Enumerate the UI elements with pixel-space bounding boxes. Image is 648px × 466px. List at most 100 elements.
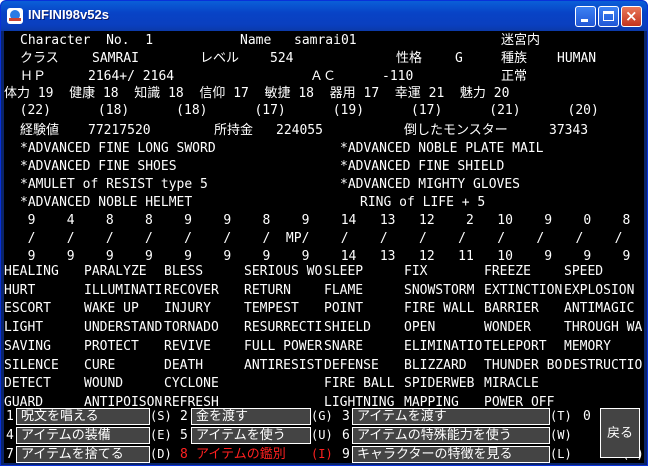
menu-key: (T) [550,409,572,423]
mp-slash-row: / / / / / / / MP/ / / / / / / / / [12,231,623,246]
menu-item-give-gold[interactable]: 金を渡す [191,408,311,425]
spell-item[interactable]: ILLUMINATI [84,283,162,298]
menu-item-use-special[interactable]: アイテムの特殊能力を使う [352,427,550,444]
minimize-icon [581,19,588,22]
menu-item-identify[interactable]: アイテムの鑑別 [191,446,311,463]
menu-item-view-character[interactable]: キャラクターの特徴を見る [352,446,550,463]
spell-item[interactable]: HURT [4,283,35,298]
spell-item[interactable]: SERIOUS WO [244,264,322,279]
alignment-label: 性格 [396,51,423,66]
spell-item[interactable]: DESTRUCTIO [564,358,642,373]
spell-item[interactable]: WAKE UP [84,301,139,316]
race-value: HUMAN [557,51,597,66]
menu-item-give-item[interactable]: アイテムを渡す [352,408,550,425]
character-name: samrai01 [294,33,357,48]
spell-item[interactable]: FIRE BALL [324,376,394,391]
spell-item[interactable]: ANTIMAGIC [564,301,634,316]
spell-item[interactable]: INJURY [164,301,211,316]
menu-item-cast-spell[interactable]: 呪文を唱える [16,408,150,425]
spell-item[interactable]: DETECT [4,376,51,391]
spell-item[interactable]: REVIVE [164,339,211,354]
game-window: INFINI98v52s × Character No. 1 Name samr… [0,0,648,466]
spell-item[interactable]: OPEN [404,320,435,335]
spell-item[interactable]: MEMORY [564,339,611,354]
spell-item[interactable]: PARALYZE [84,264,147,279]
back-button[interactable]: 戻る [600,408,640,458]
spell-item[interactable]: LIGHT [4,320,43,335]
spell-item[interactable]: DEFENSE [324,358,379,373]
spell-item[interactable]: RETURN [244,283,291,298]
spell-item[interactable]: HEALING [4,264,59,279]
spell-item[interactable]: BLIZZARD [404,358,467,373]
spell-item[interactable]: TEMPEST [244,301,299,316]
hp-value: 2164+/ 2164 [88,69,175,84]
menu-number: 4 [6,428,14,443]
spell-item[interactable]: TELEPORT [484,339,547,354]
spell-item[interactable]: SLEEP [324,264,363,279]
spell-item[interactable]: CYCLONE [164,376,219,391]
spell-item[interactable]: FIRE WALL [404,301,474,316]
window-title: INFINI98v52s [28,7,109,22]
menu-key: (I) [311,447,333,461]
menu-number: 0 [583,409,591,424]
spell-item[interactable]: POINT [324,301,363,316]
equipment-item[interactable]: *ADVANCED MIGHTY GLOVES [340,177,520,192]
spell-item[interactable]: UNDERSTAND [84,320,162,335]
minimize-button[interactable] [575,6,596,27]
equipment-item[interactable]: *ADVANCED FINE SHIELD [340,159,504,174]
spell-item[interactable]: WOUND [84,376,123,391]
spell-item[interactable]: SNARE [324,339,363,354]
equipment-item[interactable]: *ADVANCED FINE SHOES [20,159,177,174]
menu-item-drop-item[interactable]: アイテムを捨てる [16,446,150,463]
spell-item[interactable]: SNOWSTORM [404,283,474,298]
menu-item-equip[interactable]: アイテムの装備 [16,427,150,444]
spell-item[interactable]: EXTINCTION [484,283,562,298]
maximize-button[interactable] [598,6,619,27]
spell-item[interactable]: DEATH [164,358,203,373]
spell-item[interactable]: THUNDER BO [484,358,562,373]
spell-item[interactable]: BLESS [164,264,203,279]
spell-item[interactable]: PROTECT [84,339,139,354]
spell-item[interactable]: CURE [84,358,115,373]
spell-item[interactable]: ELIMINATIO [404,339,482,354]
spell-item[interactable]: RESURRECTI [244,320,322,335]
exp-label: 経験値 [20,123,60,138]
spell-item[interactable]: FULL POWER [244,339,322,354]
spell-item[interactable]: BARRIER [484,301,539,316]
spell-item[interactable]: ESCORT [4,301,51,316]
spell-item[interactable]: SILENCE [4,358,59,373]
stats-row: 体力 19 健康 18 知識 18 信仰 17 敏捷 18 器用 17 幸運 2… [4,86,510,101]
spell-item[interactable]: EXPLOSION [564,283,634,298]
spell-item[interactable]: SAVING [4,339,51,354]
spell-item[interactable]: MIRACLE [484,376,539,391]
spell-item[interactable]: FREEZE [484,264,531,279]
race-label: 種族 [501,51,528,66]
spell-item[interactable]: SPIDERWEB [404,376,474,391]
equipment-item[interactable]: *ADVANCED FINE LONG SWORD [20,141,216,156]
close-button[interactable]: × [621,6,642,27]
title-bar[interactable]: INFINI98v52s × [1,1,647,31]
alignment-value: G [455,51,463,66]
location-status: 迷宮内 [501,33,541,48]
spell-item[interactable]: RECOVER [164,283,219,298]
condition-status: 正常 [501,69,528,84]
spell-item[interactable]: TORNADO [164,320,219,335]
level-value: 524 [270,51,294,66]
equipment-item[interactable]: *AMULET of RESIST type 5 [20,177,208,192]
spell-item[interactable]: THROUGH WA [564,320,642,335]
menu-item-use-item[interactable]: アイテムを使う [191,427,311,444]
spell-item[interactable]: FIX [404,264,427,279]
spell-item[interactable]: WONDER [484,320,531,335]
maximize-icon [603,11,614,21]
menu-number: 7 [6,447,14,462]
equipment-item[interactable]: *ADVANCED NOBLE PLATE MAIL [340,141,544,156]
gold-label: 所持金 [214,123,254,138]
equipment-item[interactable]: RING of LIFE + 5 [360,195,485,210]
spell-item[interactable]: ANTIRESIST [244,358,322,373]
menu-number: 1 [6,409,14,424]
equipment-item[interactable]: *ADVANCED NOBLE HELMET [20,195,192,210]
spell-item[interactable]: SHIELD [324,320,371,335]
game-screen: Character No. 1 Name samrai01 迷宮内 クラス SA… [4,31,644,463]
spell-item[interactable]: SPEED [564,264,603,279]
spell-item[interactable]: FLAME [324,283,363,298]
